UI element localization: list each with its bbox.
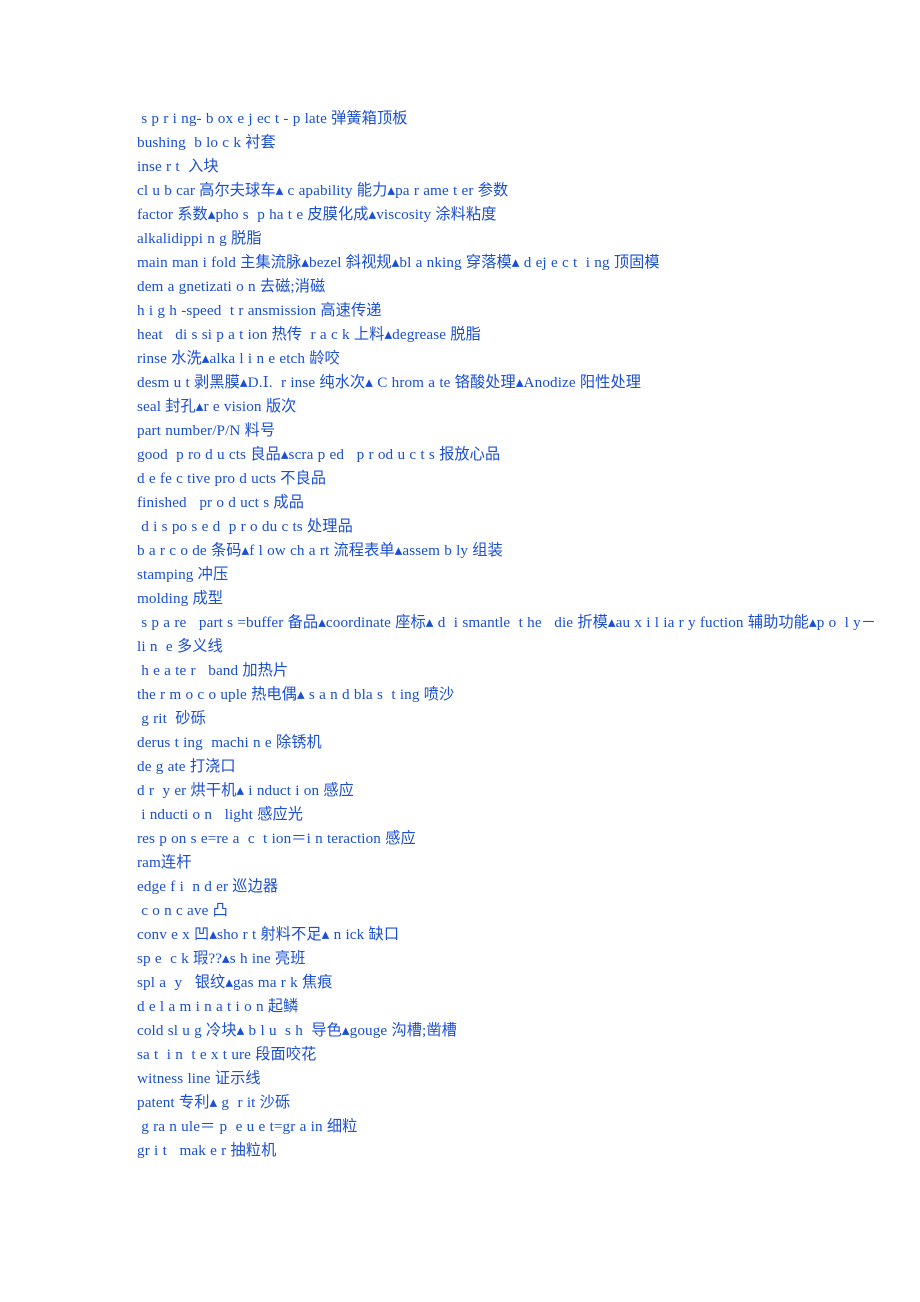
glossary-line: spl a y 银纹▴gas ma r k 焦痕 [137, 974, 333, 991]
glossary-line: g ra n ule＝ p e u e t=gr a in 细粒 [137, 1118, 358, 1135]
glossary-line: conv e x 凹▴sho r t 射料不足▴ n ick 缺口 [137, 926, 400, 943]
glossary-line: cold sl u g 冷块▴ b l u s h 导色▴gouge 沟槽;凿槽 [137, 1022, 457, 1039]
document-page: s p r i ng- b ox e j ec t - p late 弹簧箱顶板… [0, 0, 920, 1302]
glossary-line: b a r c o de 条码▴f l ow ch a rt 流程表单▴asse… [137, 542, 503, 559]
glossary-line: res p on s e=re a c t ion＝i n teraction … [137, 830, 416, 847]
glossary-line: h i g h -speed t r ansmission 高速传递 [137, 302, 382, 319]
glossary-line: patent 专利▴ g r it 沙砾 [137, 1094, 291, 1111]
glossary-line: d i s po s e d p r o du c ts 处理品 [137, 518, 353, 535]
glossary-line: bushing b lo c k 衬套 [137, 134, 276, 151]
glossary-line: d e fe c tive pro d ucts 不良品 [137, 470, 327, 487]
glossary-line: witness line 证示线 [137, 1070, 261, 1087]
glossary-line: sa t i n t e x t ure 段面咬花 [137, 1046, 317, 1063]
glossary-line: factor 系数▴pho s p ha t e 皮膜化成▴viscosity … [137, 206, 497, 223]
glossary-line: seal 封孔▴r e vision 版次 [137, 398, 297, 415]
glossary-line: alkalidippi n g 脱脂 [137, 230, 262, 247]
glossary-line: part number/P/N 料号 [137, 422, 276, 439]
glossary-line: d e l a m i n a t i o n 起鳞 [137, 998, 299, 1015]
glossary-line: d r y er 烘干机▴ i nduct i on 感应 [137, 782, 354, 799]
glossary-line: the r m o c o uple 热电偶▴ s a n d bla s t … [137, 686, 455, 703]
glossary-line: i nducti o n light 感应光 [137, 806, 304, 823]
glossary-line: cl u b car 高尔夫球车▴ c apability 能力▴pa r am… [137, 182, 509, 199]
glossary-line: s p r i ng- b ox e j ec t - p late 弹簧箱顶板 [137, 110, 408, 127]
glossary-text-body: s p r i ng- b ox e j ec t - p late 弹簧箱顶板… [137, 107, 877, 1163]
glossary-line: g rit 砂砾 [137, 710, 206, 727]
glossary-line: s p a re part s =buffer 备品▴coordinate 座标… [137, 614, 877, 655]
glossary-line: dem a gnetizati o n 去磁;消磁 [137, 278, 326, 295]
glossary-line: edge f i n d er 巡边器 [137, 878, 279, 895]
glossary-line: sp e c k 瑕??▴s h ine 亮班 [137, 950, 306, 967]
glossary-line: gr i t mak e r 抽粒机 [137, 1142, 277, 1159]
glossary-line: h e a te r band 加热片 [137, 662, 289, 679]
glossary-line: desm u t 剥黑膜▴D.Ⅰ. r inse 纯水次▴ C hrom a t… [137, 374, 642, 391]
glossary-line: derus t ing machi n e 除锈机 [137, 734, 322, 751]
glossary-line: rinse 水洗▴alka l i n e etch 龄咬 [137, 350, 340, 367]
glossary-line: molding 成型 [137, 590, 224, 607]
glossary-line: de g ate 打浇口 [137, 758, 236, 775]
glossary-line: good p ro d u cts 良品▴scra p ed p r od u … [137, 446, 501, 463]
glossary-line: finished pr o d uct s 成品 [137, 494, 304, 511]
glossary-line: heat di s si p a t ion 热传 r a c k 上料▴deg… [137, 326, 481, 343]
glossary-line: main man i fold 主集流脉▴bezel 斜视规▴bl a nkin… [137, 254, 660, 271]
glossary-line: stamping 冲压 [137, 566, 229, 583]
glossary-line: inse r t 入块 [137, 158, 219, 175]
glossary-line: c o n c ave 凸 [137, 902, 228, 919]
glossary-line: ram连杆 [137, 854, 192, 871]
